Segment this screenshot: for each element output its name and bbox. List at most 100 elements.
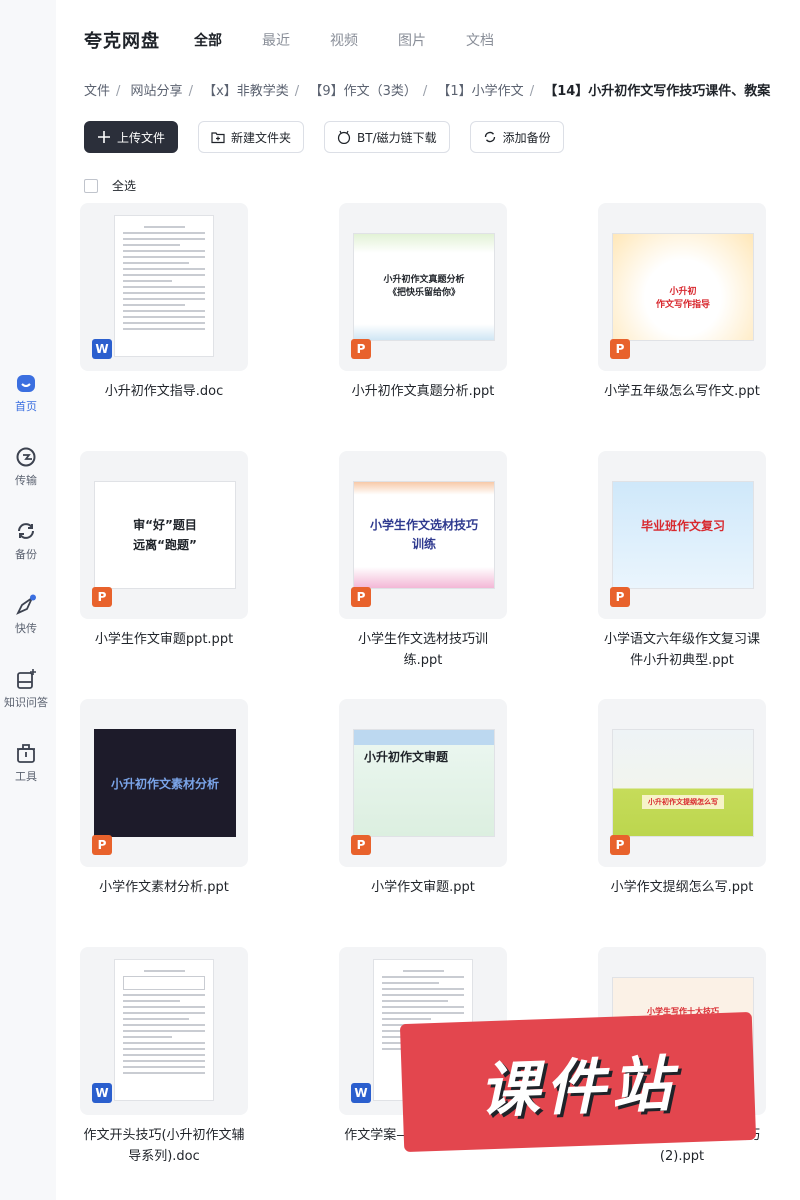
file-card[interactable]: 毕业班作文复习 P 小学语文六年级作文复习课件小升初典型.ppt [598,451,766,671]
file-card[interactable]: 小升初作文真题分析 《把快乐留给你》 P 小升初作文真题分析.ppt [339,203,507,402]
backup-icon [18,523,34,539]
sidebar-item-tools[interactable]: 工具 [0,742,52,784]
file-card[interactable]: 小升初作文审题 P 小学作文审题.ppt [339,699,507,898]
add-backup-label: 添加备份 [502,130,551,145]
transfer-icon [16,447,36,467]
file-card[interactable]: 小升初作文素材分析 P 小学作文素材分析.ppt [80,699,248,898]
ppt-file-icon: P [351,587,371,607]
breadcrumb-item[interactable]: 网站分享 [131,84,183,99]
select-all-row: 全选 [84,177,136,194]
slide-preview: 小升初作文真题分析 《把快乐留给你》 [353,233,495,341]
breadcrumb-item[interactable]: 【9】作文（3类） [309,84,417,99]
doc-preview [114,215,214,357]
file-thumbnail[interactable]: 小升初作文审题 P [339,699,507,867]
file-thumbnail[interactable]: 小学生作文选材技巧 训练 P [339,451,507,619]
slide-preview: 小升初作文审题 [353,729,495,837]
file-name[interactable]: 小学生作文选材技巧训练.ppt [339,629,507,671]
ppt-file-icon: P [610,835,630,855]
slide-preview: 小升初 作文写作指导 [612,233,754,341]
tab-docs[interactable]: 文档 [466,30,494,50]
plus-icon [98,131,110,143]
slide-title: 小升初 作文写作指导 [655,287,710,310]
file-name[interactable]: 小升初作文指导.doc [80,381,248,402]
slide-title: 小学生作文选材技巧 训练 [369,518,478,551]
refresh-icon [484,131,495,143]
file-card[interactable]: 小学生作文选材技巧 训练 P 小学生作文选材技巧训练.ppt [339,451,507,671]
slide-preview: 审“好”题目 远离“跑题” [94,481,236,589]
slide-title: 小升初作文真题分析 《把快乐留给你》 [383,275,465,298]
file-name[interactable]: 小学作文素材分析.ppt [80,877,248,898]
slide-preview: 小升初作文提纲怎么写 [612,729,754,837]
top-bar: 夸克网盘 全部 最近 视频 图片 文档 [84,28,534,52]
select-all-checkbox[interactable] [84,178,98,193]
select-all-label: 全选 [112,179,137,193]
file-name[interactable]: 小学作文审题.ppt [339,877,507,898]
tab-video[interactable]: 视频 [330,30,358,50]
sidebar-item-home[interactable]: 首页 [0,372,52,414]
toolbox-icon [17,744,35,763]
slide-title: 审“好”题目 远离“跑题” [133,518,197,552]
file-name[interactable]: 作文开头技巧(小升初作文辅导系列).doc [80,1125,248,1167]
file-thumbnail[interactable]: W [80,947,248,1115]
slide-preview: 毕业班作文复习 [612,481,754,589]
action-toolbar: 上传文件 新建文件夹 BT/磁力链下载 添加备份 [84,121,564,153]
ppt-file-icon: P [351,339,371,359]
sidebar-item-transfer[interactable]: 传输 [0,446,52,488]
new-folder-label: 新建文件夹 [231,130,292,145]
sidebar-item-backup[interactable]: 备份 [0,520,52,562]
app-brand: 夸克网盘 [84,31,160,52]
word-file-icon: W [92,1083,112,1103]
file-thumbnail[interactable]: 小升初作文素材分析 P [80,699,248,867]
breadcrumb-item[interactable]: 文件 [84,84,110,99]
upload-button[interactable]: 上传文件 [84,121,179,153]
ppt-file-icon: P [610,587,630,607]
new-folder-button[interactable]: 新建文件夹 [198,121,305,153]
file-card[interactable]: 小升初 作文写作指导 P 小学五年级怎么写作文.ppt [598,203,766,402]
add-backup-button[interactable]: 添加备份 [469,121,564,153]
slide-preview: 小升初作文素材分析 [94,729,236,837]
sidebar-item-qa[interactable]: 知识问答 [0,668,52,710]
slide-title: 小升初作文素材分析 [110,776,219,791]
file-card[interactable]: W 小升初作文指导.doc [80,203,248,402]
file-name[interactable]: 小学五年级怎么写作文.ppt [598,381,766,402]
breadcrumb-item[interactable]: 【x】非教学类 [203,84,289,99]
file-name[interactable]: 小学语文六年级作文复习课件小升初典型.ppt [598,629,766,671]
watermark-logo: 课件站 [399,1011,757,1153]
file-thumbnail[interactable]: 毕业班作文复习 P [598,451,766,619]
tab-all[interactable]: 全部 [194,30,222,50]
sidebar-item-label: 工具 [15,770,37,783]
sidebar-item-label: 传输 [15,474,37,487]
breadcrumb: 文件 / 网站分享 / 【x】非教学类 / 【9】作文（3类） / 【1】小学作文 / 【… [84,84,771,99]
qa-icon [17,669,36,689]
slide-title: 小升初作文审题 [364,750,449,764]
file-name[interactable]: 小升初作文真题分析.ppt [339,381,507,402]
sidebar-item-label: 知识问答 [4,696,48,709]
folder-add-icon [211,132,225,144]
upload-label: 上传文件 [117,130,166,145]
sidebar-item-label: 首页 [15,400,37,413]
file-card[interactable]: W 作文开头技巧(小升初作文辅导系列).doc [80,947,248,1167]
file-name[interactable]: 小学生作文审题ppt.ppt [80,629,248,650]
file-thumbnail[interactable]: 审“好”题目 远离“跑题” P [80,451,248,619]
sidebar-item-quick-send[interactable]: 快传 [0,594,52,636]
word-file-icon: W [92,339,112,359]
sidebar-item-label: 备份 [15,548,37,561]
doc-preview [114,959,214,1101]
bt-download-label: BT/磁力链下载 [357,130,437,145]
file-thumbnail[interactable]: W [80,203,248,371]
word-file-icon: W [351,1083,371,1103]
slide-preview: 小学生作文选材技巧 训练 [353,481,495,589]
ppt-file-icon: P [610,339,630,359]
tab-recent[interactable]: 最近 [262,30,290,50]
file-thumbnail[interactable]: 小升初作文提纲怎么写 P [598,699,766,867]
ppt-file-icon: P [351,835,371,855]
file-thumbnail[interactable]: 小升初 作文写作指导 P [598,203,766,371]
file-thumbnail[interactable]: 小升初作文真题分析 《把快乐留给你》 P [339,203,507,371]
file-name[interactable]: 小学作文提纲怎么写.ppt [598,877,766,898]
tab-images[interactable]: 图片 [398,30,426,50]
bt-download-button[interactable]: BT/磁力链下载 [324,121,450,153]
breadcrumb-item[interactable]: 【1】小学作文 [437,84,523,99]
sidebar: 首页 传输 备份 快传 知识问答 工具 [0,0,56,1200]
file-card[interactable]: 小升初作文提纲怎么写 P 小学作文提纲怎么写.ppt [598,699,766,898]
file-card[interactable]: 审“好”题目 远离“跑题” P 小学生作文审题ppt.ppt [80,451,248,650]
